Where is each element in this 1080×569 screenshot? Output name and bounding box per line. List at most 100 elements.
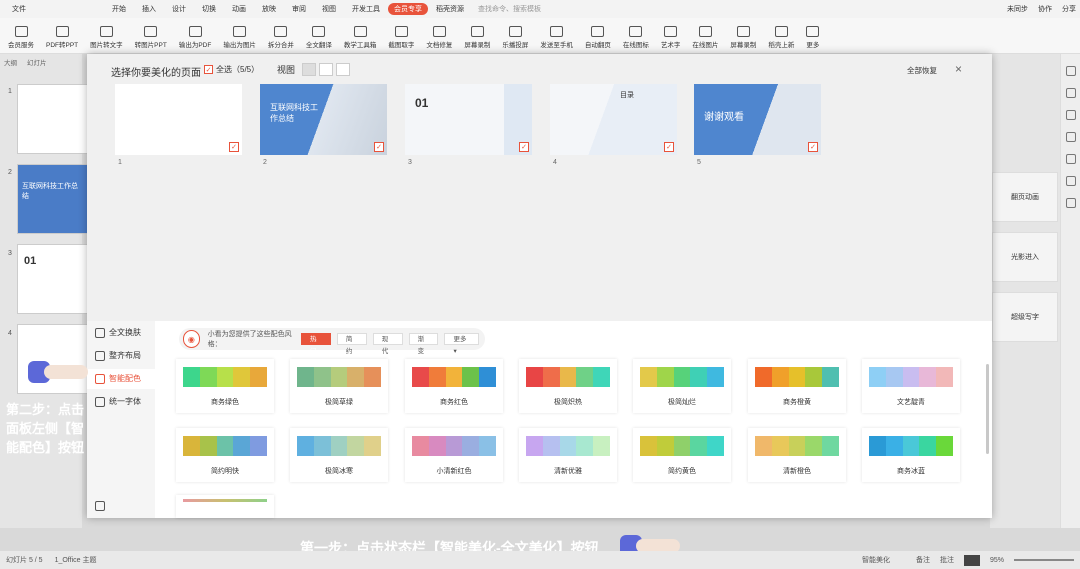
tab-slides[interactable]: 幻灯片 — [27, 57, 47, 67]
color-scheme-card[interactable]: 简约明快 — [176, 428, 274, 482]
ribbon-button[interactable]: 在线图标 — [623, 26, 649, 49]
menu-member[interactable]: 会员专享 — [388, 3, 428, 15]
menu-home[interactable]: 开始 — [104, 4, 134, 14]
color-scheme-card[interactable]: 简约黄色 — [633, 428, 731, 482]
page-thumbnail-3[interactable]: 01 ✓ — [405, 84, 532, 155]
filter-modern[interactable]: 现代 — [372, 333, 403, 355]
close-icon[interactable]: × — [955, 62, 962, 76]
box-icon[interactable] — [1065, 198, 1076, 208]
grid-view-icon[interactable] — [302, 63, 317, 76]
print-icon[interactable] — [95, 501, 109, 511]
filter-hot[interactable]: 热门 — [301, 333, 331, 355]
large-view-icon[interactable] — [336, 63, 351, 76]
sync-button[interactable]: 未同步 — [1007, 4, 1028, 14]
menu-transition[interactable]: 切换 — [194, 4, 224, 14]
ribbon-button[interactable]: 屏幕录制 — [464, 26, 490, 49]
menu-developer[interactable]: 开发工具 — [344, 4, 388, 14]
filter-gradient[interactable]: 渐变 — [408, 333, 439, 355]
menu-review[interactable]: 审阅 — [284, 4, 314, 14]
color-scheme-card[interactable]: 小清新红色 — [405, 428, 503, 482]
checkbox-icon[interactable]: ✓ — [808, 142, 818, 152]
slide-thumbnail-2[interactable]: 互联网科技工作总结 — [17, 164, 89, 234]
ribbon-button[interactable]: 转图片PPT — [135, 26, 167, 49]
ribbon-button[interactable]: 屏幕录制 — [730, 26, 756, 49]
color-scheme-card[interactable]: 文艺靛青 — [862, 359, 960, 413]
page-thumbnail-1[interactable]: ✓ — [115, 84, 242, 155]
help-icon[interactable] — [1065, 132, 1076, 142]
color-scheme-card[interactable]: 极简冰寒 — [290, 428, 388, 482]
color-scheme-card[interactable]: 清新橙色 — [748, 428, 846, 482]
checkbox-icon[interactable]: ✓ — [229, 142, 239, 152]
color-scheme-card[interactable]: 极简灿烂 — [633, 359, 731, 413]
color-scheme-card[interactable]: 商务冰蓝 — [862, 428, 960, 482]
ribbon-button[interactable]: 输出为PDF — [179, 26, 211, 49]
ribbon-button[interactable]: 乐播投屏 — [502, 26, 528, 49]
document-icon[interactable] — [1065, 176, 1076, 186]
menu-full-skin[interactable]: 全文换肤 — [95, 327, 141, 338]
ribbon-button[interactable]: 图片转文字 — [90, 26, 123, 49]
page-thumbnail-5[interactable]: 谢谢观看 ✓ — [694, 84, 821, 155]
ribbon-button[interactable]: 教学工具箱 — [344, 26, 376, 49]
menu-layout[interactable]: 整齐布局 — [95, 350, 141, 361]
ribbon-button[interactable]: 全文翻译 — [306, 26, 332, 49]
color-scheme-card[interactable]: 商务绿色 — [176, 359, 274, 413]
page-thumbnail-4[interactable]: 目录 ✓ — [550, 84, 677, 155]
restore-all-button[interactable]: 全部恢复 — [907, 65, 937, 76]
ribbon-button[interactable]: 拆分合并 — [268, 26, 294, 49]
color-scheme-card[interactable]: 清新优雅 — [519, 428, 617, 482]
filter-more[interactable]: 更多 ▾ — [444, 333, 479, 355]
ribbon-button[interactable]: 截图取字 — [388, 26, 414, 49]
color-scheme-card[interactable]: 商务橙黄 — [748, 359, 846, 413]
menu-design[interactable]: 设计 — [164, 4, 194, 14]
ribbon-button[interactable]: 会员服务 — [8, 26, 34, 49]
filter-simple[interactable]: 简约 — [336, 333, 367, 355]
tab-outline[interactable]: 大纲 — [4, 57, 17, 67]
copy-icon[interactable] — [1065, 110, 1076, 120]
slide-thumbnail-1[interactable] — [17, 84, 89, 154]
layers-icon[interactable] — [1065, 88, 1076, 98]
scrollbar[interactable] — [986, 364, 989, 454]
play-icon[interactable] — [963, 554, 980, 566]
collab-button[interactable]: 协作 — [1038, 4, 1052, 14]
comments-button[interactable]: 批注 — [940, 555, 954, 565]
animation-card[interactable]: 翻页动画 — [992, 172, 1058, 222]
page-thumbnail-2[interactable]: 互联网科技工作总结 ✓ — [260, 84, 387, 155]
menu-docer[interactable]: 稻壳资源 — [428, 4, 472, 14]
smart-beautify-button[interactable]: 智能美化 — [862, 555, 890, 565]
share-button[interactable]: 分享 — [1062, 4, 1076, 14]
checkbox-icon[interactable]: ✓ — [519, 142, 529, 152]
select-all-checkbox[interactable]: ✓ 全选（5/5） — [204, 64, 259, 75]
property-icon[interactable] — [1065, 66, 1076, 76]
list-view-icon[interactable] — [319, 63, 334, 76]
ribbon-button[interactable]: 自动翻页 — [585, 26, 611, 49]
text-icon[interactable] — [1065, 154, 1076, 164]
color-scheme-card[interactable]: 极简炽热 — [519, 359, 617, 413]
ribbon-button[interactable]: 艺术字 — [661, 26, 680, 49]
color-scheme-card-partial[interactable] — [176, 495, 274, 518]
menu-animation[interactable]: 动画 — [224, 4, 254, 14]
ribbon-button[interactable]: 更多 — [806, 26, 820, 49]
slide-thumbnail-3[interactable]: 01 — [17, 244, 89, 314]
zoom-slider[interactable] — [1014, 559, 1074, 561]
animation-card[interactable]: 超级写字 — [992, 292, 1058, 342]
menu-file[interactable]: 文件 — [4, 4, 34, 14]
menu-view[interactable]: 视图 — [314, 4, 344, 14]
checkbox-icon[interactable]: ✓ — [374, 142, 384, 152]
tool-icon — [774, 26, 788, 37]
ribbon-button[interactable]: 发送至手机 — [540, 26, 573, 49]
color-scheme-card[interactable]: 极简草绿 — [290, 359, 388, 413]
menu-insert[interactable]: 插入 — [134, 4, 164, 14]
menu-slideshow[interactable]: 放映 — [254, 4, 284, 14]
color-scheme-card[interactable]: 商务红色 — [405, 359, 503, 413]
ribbon-button[interactable]: PDF转PPT — [46, 26, 78, 49]
ribbon-button[interactable]: 文档修复 — [426, 26, 452, 49]
menu-unify-font[interactable]: 统一字体 — [95, 396, 141, 407]
menu-smart-color[interactable]: 智能配色 — [95, 373, 141, 384]
ribbon-button[interactable]: 稻壳上新 — [768, 26, 794, 49]
search-input[interactable]: 查找命令、搜索模板 — [478, 4, 541, 14]
ribbon-button[interactable]: 在线图片 — [692, 26, 718, 49]
checkbox-icon[interactable]: ✓ — [664, 142, 674, 152]
notes-button[interactable]: 备注 — [916, 555, 930, 565]
animation-card[interactable]: 光影进入 — [992, 232, 1058, 282]
ribbon-button[interactable]: 输出为图片 — [223, 26, 256, 49]
